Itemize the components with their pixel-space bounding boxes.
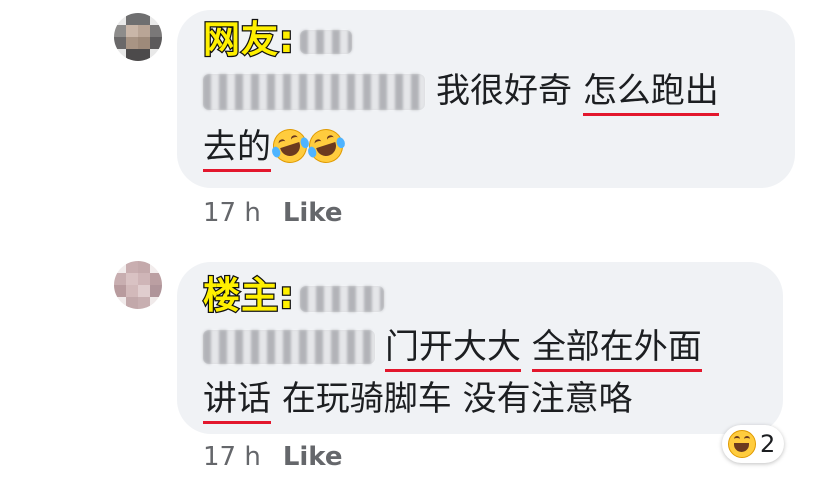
comment-1-tag: 网友: xyxy=(202,18,295,61)
reaction-count: 2 xyxy=(760,430,776,458)
comment-1-timestamp[interactable]: 17 h xyxy=(203,198,261,228)
comment-2-text-d: 在玩骑脚车 没有注意咯 xyxy=(281,379,633,419)
blurred-username-1 xyxy=(300,30,352,54)
blurred-name-1 xyxy=(203,74,425,110)
comment-1-text-b: 怎么跑出 xyxy=(582,71,719,116)
blurred-name-2 xyxy=(203,330,375,364)
rofl-emoji-icon xyxy=(268,124,312,168)
laughing-emoji-icon xyxy=(728,430,756,458)
comment-1-text-c: 去的 xyxy=(203,127,271,172)
comment-1-line-2: 去的 xyxy=(203,124,348,172)
comment-2-line-1: 门开大大 全部在外面 xyxy=(385,326,702,372)
comment-1-text-a: 我很好奇 xyxy=(436,71,583,111)
comment-2-tag: 楼主: xyxy=(202,274,295,317)
comment-2-text-b: 全部在外面 xyxy=(531,327,702,372)
comment-2-timestamp[interactable]: 17 h xyxy=(203,442,261,472)
comment-2-line-2: 讲话 在玩骑脚车 没有注意咯 xyxy=(203,378,633,424)
reaction-badge[interactable]: 2 xyxy=(722,425,784,463)
comment-2-text-c: 讲话 xyxy=(203,379,271,424)
comment-2-like-button[interactable]: Like xyxy=(283,442,343,472)
commenter-avatar-2[interactable] xyxy=(114,261,162,309)
comment-2-meta: 17 h Like xyxy=(203,442,343,472)
rofl-emoji-icon xyxy=(304,124,348,168)
comment-1-meta: 17 h Like xyxy=(203,198,343,228)
blurred-username-2 xyxy=(300,286,384,312)
comment-1-line-1: 我很好奇 怎么跑出 xyxy=(436,70,719,116)
comment-2-text-a: 门开大大 xyxy=(385,327,521,372)
comment-1-like-button[interactable]: Like xyxy=(283,198,343,228)
commenter-avatar-1[interactable] xyxy=(114,13,162,61)
